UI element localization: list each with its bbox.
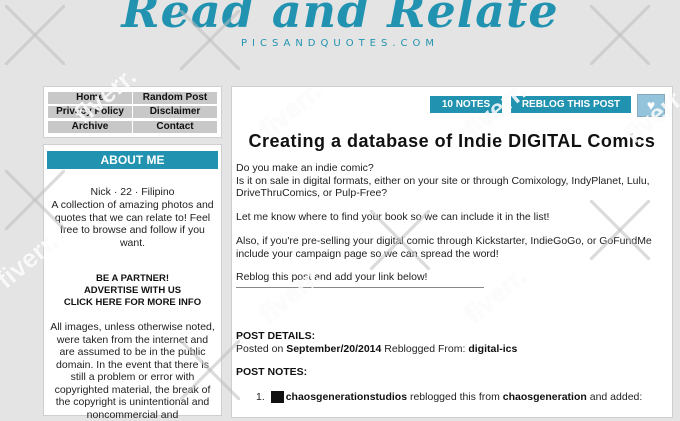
site-logo[interactable]: Read and Relate bbox=[0, 0, 680, 40]
post-divider bbox=[236, 287, 484, 288]
posted-on-date: September/20/2014 bbox=[286, 343, 382, 355]
sidebar-nav: Home Random Post Privacy Policy Disclaim… bbox=[43, 86, 222, 138]
nav-home-button[interactable]: Home bbox=[48, 92, 132, 104]
reblogged-from-label: Reblogged From: bbox=[384, 343, 466, 355]
about-disclaimer-text: All images, unless otherwise noted, were… bbox=[50, 321, 215, 421]
nav-disclaimer-button[interactable]: Disclaimer bbox=[133, 106, 217, 118]
note-list-item: 1. chaosgenerationstudios reblogged this… bbox=[256, 391, 643, 404]
partner-link[interactable]: BE A PARTNER! bbox=[48, 273, 217, 285]
post-details-line: Posted on September/20/2014 Reblogged Fr… bbox=[236, 343, 517, 355]
post-paragraph-4: Reblog this post and add your link below… bbox=[236, 271, 428, 283]
about-panel: ABOUT ME Nick · 22 · Filipino A collecti… bbox=[43, 144, 222, 421]
reblogged-from-link[interactable]: digital-ics bbox=[468, 343, 517, 355]
nav-archive-button[interactable]: Archive bbox=[48, 121, 132, 133]
note-action-text: reblogged this from bbox=[409, 391, 500, 403]
nav-contact-button[interactable]: Contact bbox=[133, 121, 217, 133]
post-details-heading: POST DETAILS: bbox=[236, 330, 316, 342]
post-paragraph-1: Do you make an indie comic? Is it on sal… bbox=[236, 162, 650, 199]
reblog-button[interactable]: REBLOG THIS POST bbox=[511, 96, 631, 113]
nav-privacy-policy-button[interactable]: Privacy Policy bbox=[48, 106, 132, 118]
advertise-link[interactable]: ADVERTISE WITH US bbox=[48, 285, 217, 297]
note-source-link[interactable]: chaosgeneration bbox=[503, 391, 587, 403]
like-heart-icon[interactable]: ♥ bbox=[637, 94, 665, 117]
post-paragraph-3: Also, if you're pre-selling your digital… bbox=[236, 235, 652, 260]
post-title: Creating a database of Indie DIGITAL Com… bbox=[248, 131, 656, 151]
posted-on-label: Posted on bbox=[236, 343, 284, 355]
user-avatar-icon[interactable] bbox=[270, 391, 284, 404]
about-bio-line: Nick · 22 · Filipino bbox=[90, 186, 175, 198]
about-bio-text: A collection of amazing photos and quote… bbox=[51, 199, 214, 249]
note-tail-text: and added: bbox=[589, 391, 643, 403]
nav-random-post-button[interactable]: Random Post bbox=[133, 92, 217, 104]
site-tagline: PICSANDQUOTES.COM bbox=[240, 38, 439, 49]
more-info-link[interactable]: CLICK HERE FOR MORE INFO bbox=[48, 297, 217, 309]
note-number: 1. bbox=[256, 391, 265, 403]
about-title: ABOUT ME bbox=[47, 151, 218, 169]
post-paragraph-2: Let me know where to find your book so w… bbox=[236, 211, 550, 223]
note-user-link[interactable]: chaosgenerationstudios bbox=[286, 391, 407, 403]
post-panel: 10 NOTES REBLOG THIS POST ♥ Creating a d… bbox=[231, 86, 673, 418]
post-notes-heading: POST NOTES: bbox=[236, 366, 308, 378]
partner-block: BE A PARTNER! ADVERTISE WITH US CLICK HE… bbox=[48, 273, 217, 309]
notes-count-button[interactable]: 10 NOTES bbox=[430, 96, 502, 113]
